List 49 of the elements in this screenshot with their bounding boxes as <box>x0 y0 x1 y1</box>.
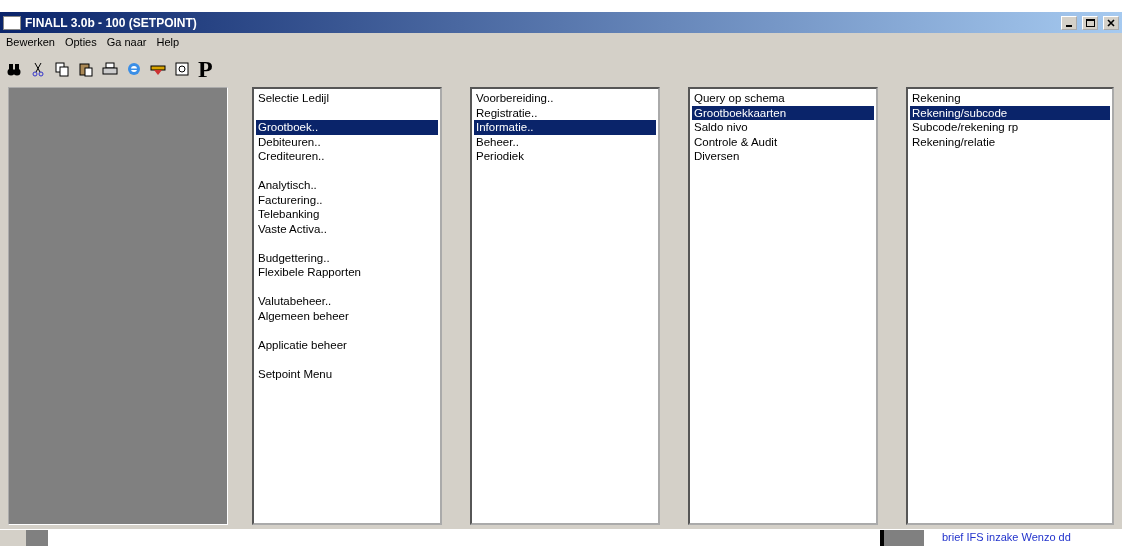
list-item[interactable]: Crediteuren.. <box>256 149 438 164</box>
menu-item[interactable]: Help <box>156 36 180 52</box>
list-item[interactable]: Debiteuren.. <box>256 134 438 149</box>
list-item[interactable]: Flexibele Rapporten <box>256 265 438 280</box>
app-icon <box>3 15 21 30</box>
cut-icon[interactable] <box>30 61 46 77</box>
list-item[interactable]: Rekening/relatie <box>910 134 1110 149</box>
list-item[interactable]: Analytisch.. <box>256 178 438 193</box>
list-item[interactable]: Vaste Activa.. <box>256 221 438 236</box>
list-item[interactable]: Periodiek <box>474 149 656 164</box>
list-item[interactable]: Saldo nivo <box>692 120 874 135</box>
close-icon <box>1107 18 1115 27</box>
logo-button[interactable]: P <box>198 58 213 80</box>
list-item[interactable]: Controle & Audit <box>692 134 874 149</box>
list-item[interactable]: Diversen <box>692 149 874 164</box>
maximize-button[interactable] <box>1082 15 1098 30</box>
printer-icon[interactable] <box>102 61 118 77</box>
minimize-button[interactable] <box>1061 15 1077 30</box>
window-title: FINALL 3.0b - 100 (SETPOINT) <box>25 15 198 30</box>
menu-item[interactable]: Bewerken <box>6 36 55 52</box>
document-link[interactable]: brief IFS inzake Wenzo dd <box>942 531 1071 543</box>
minimize-icon <box>1066 24 1072 27</box>
list-item[interactable]: Rekening/subcode <box>910 105 1110 120</box>
side-panel <box>884 530 924 546</box>
list-item[interactable]: Valutabeheer.. <box>256 294 438 309</box>
list-item[interactable]: Facturering.. <box>256 192 438 207</box>
list-item[interactable]: Budgettering.. <box>256 250 438 265</box>
list-item[interactable]: Subcode/rekening rp <box>910 120 1110 135</box>
list-item[interactable]: Applicatie beheer <box>256 337 438 352</box>
list-item[interactable]: Setpoint Menu <box>256 366 438 381</box>
list-item[interactable]: Grootboekkaarten <box>692 105 874 120</box>
list-item[interactable]: Rekening <box>910 91 1110 106</box>
copy-icon[interactable] <box>54 61 70 77</box>
list-item[interactable]: Algemeen beheer <box>256 308 438 323</box>
menu-item[interactable]: Opties <box>64 36 97 52</box>
list-item[interactable]: Grootboek.. <box>256 120 438 135</box>
side-panel <box>26 530 48 546</box>
paste-icon[interactable] <box>78 61 94 77</box>
menu-item[interactable]: Ga naar <box>106 36 147 52</box>
list-item[interactable]: Voorbereiding.. <box>474 91 656 106</box>
list-item[interactable]: Query op schema <box>692 91 874 106</box>
list-item[interactable]: Registratie.. <box>474 105 656 120</box>
list-item[interactable]: Informatie.. <box>474 120 656 135</box>
list-item[interactable]: Telebanking <box>256 207 438 222</box>
binoculars-icon[interactable] <box>6 61 22 77</box>
list-item[interactable]: Beheer.. <box>474 134 656 149</box>
list-item[interactable]: Selectie Ledijl <box>256 91 438 106</box>
maximize-icon <box>1085 18 1095 27</box>
close-button[interactable] <box>1103 15 1119 30</box>
